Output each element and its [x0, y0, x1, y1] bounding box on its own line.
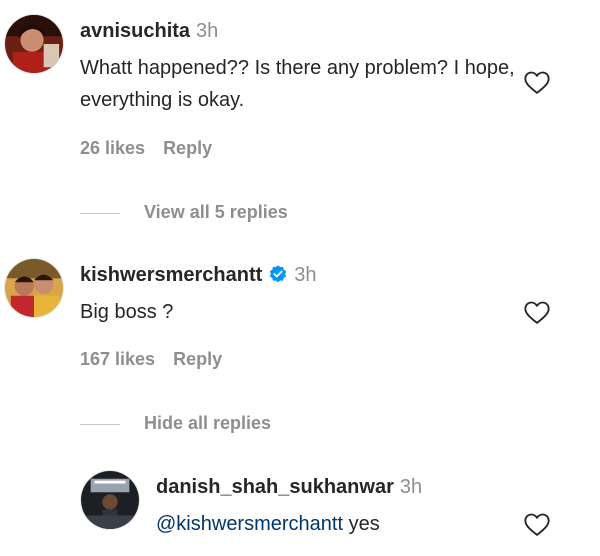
reply-button[interactable]: Reply: [163, 138, 212, 158]
comment-timestamp: 3h: [294, 264, 317, 286]
avatar-image: [5, 15, 63, 73]
avatar[interactable]: [4, 14, 64, 74]
view-replies-button[interactable]: View all 5 replies: [80, 202, 288, 223]
comment-text: Whatt happened?? Is there any problem? I…: [80, 57, 515, 111]
reply-button[interactable]: Reply: [173, 349, 222, 369]
comment-avnisuchita: avnisuchita 3h Whatt happened?? Is there …: [0, 0, 600, 200]
comment-meta: 26 likes Reply: [80, 138, 230, 159]
reply-text: @kishwersmerchantt yes: [156, 508, 516, 540]
comment-timestamp: 3h: [196, 20, 219, 42]
avatar-image: [5, 259, 63, 317]
username-text[interactable]: kishwersmerchantt: [80, 264, 262, 286]
replies-divider: [80, 423, 120, 425]
likes-count[interactable]: 26 likes: [80, 138, 145, 158]
comment-text: Big boss ?: [80, 301, 174, 323]
comment-username[interactable]: kishwersmerchantt 3h: [80, 264, 317, 287]
likes-count[interactable]: 167 likes: [80, 349, 155, 369]
reply-danish_shah_sukhanwar: danish_shah_sukhanwar 3h @kishwersmerchan…: [0, 462, 600, 556]
comment-meta: 167 likes Reply: [80, 349, 240, 370]
reply-timestamp: 3h: [399, 476, 423, 498]
username-text[interactable]: danish_shah_sukhanwar: [156, 476, 394, 498]
like-heart-icon[interactable]: [523, 511, 551, 539]
comment-kishwersmerchantt: kishwersmerchantt 3h Big boss ? 167 likes…: [0, 250, 600, 400]
avatar[interactable]: [4, 258, 64, 318]
replies-divider: [80, 212, 120, 214]
comment-username[interactable]: avnisuchita 3h: [80, 20, 218, 43]
username-text[interactable]: avnisuchita: [80, 20, 190, 42]
like-heart-icon[interactable]: [523, 299, 551, 327]
like-heart-icon[interactable]: [523, 69, 551, 97]
hide-replies-button[interactable]: Hide all replies: [80, 413, 271, 434]
avatar[interactable]: [80, 470, 140, 530]
view-replies-label[interactable]: View all 5 replies: [144, 202, 288, 222]
avatar-image: [81, 471, 139, 529]
verified-badge-icon: [270, 265, 287, 283]
hide-replies-label[interactable]: Hide all replies: [144, 413, 271, 433]
reply-username[interactable]: danish_shah_sukhanwar 3h: [156, 476, 422, 499]
reply-body: yes: [348, 513, 380, 535]
mention-link[interactable]: @kishwersmerchantt: [156, 513, 343, 535]
